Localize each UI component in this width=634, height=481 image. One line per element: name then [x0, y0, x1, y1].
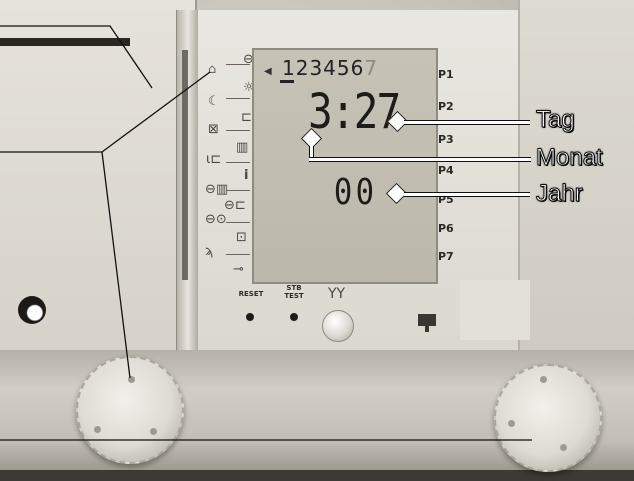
jahr-leader — [404, 192, 530, 197]
callout-jahr: Jahr — [536, 180, 584, 208]
controller-photo: ⊖ ⌂ ☼ ☾ ⊏ ⊠ ▥ ɩ⊏ i ⊖▥ ⊖⊏ ⊖⊙ ⊡ ϡ ⊸ ◀ 1234… — [0, 0, 634, 481]
callout-tag: Tag — [536, 106, 576, 134]
monat-leader — [309, 157, 531, 162]
annotation-lines — [0, 25, 532, 441]
tag-leader — [404, 120, 530, 125]
callout-monat: Monat — [536, 144, 604, 172]
